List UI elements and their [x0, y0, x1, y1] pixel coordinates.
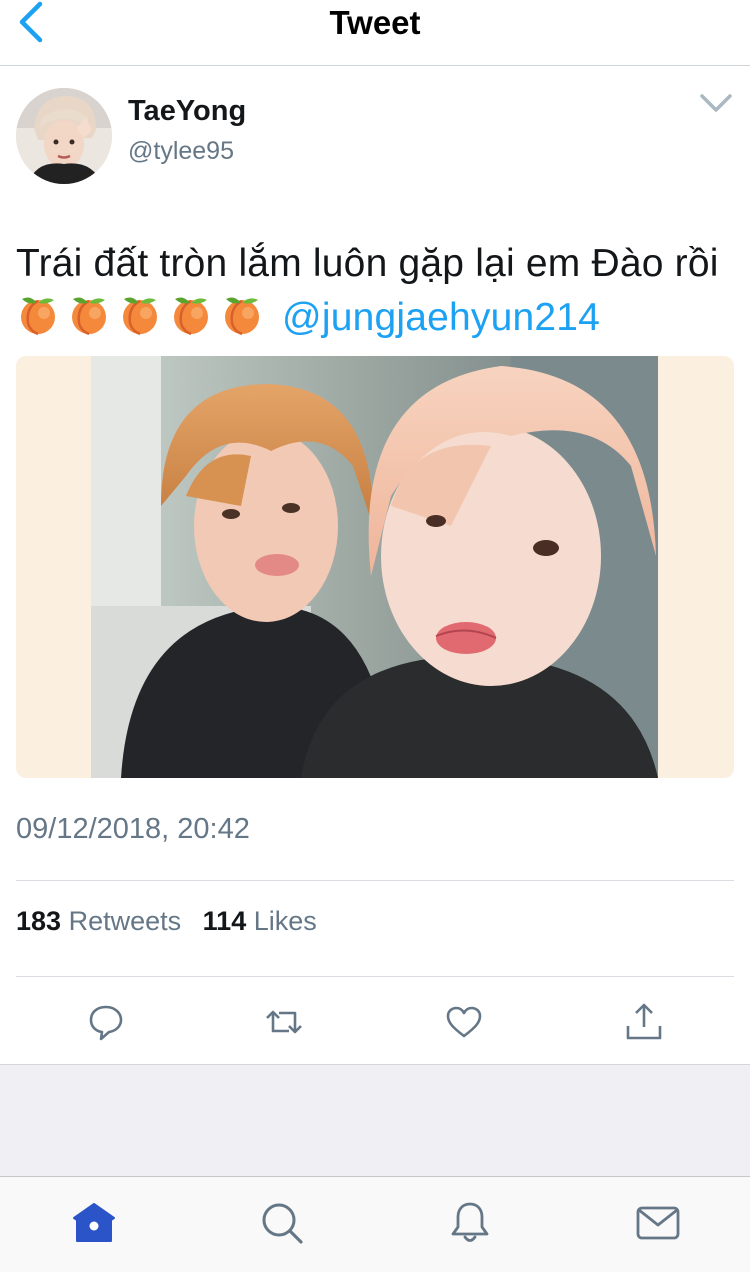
navigation-bar: Tweet: [0, 0, 750, 66]
home-icon: [73, 1203, 115, 1242]
author-display-name[interactable]: TaeYong: [128, 94, 246, 128]
retweets-count: 183: [16, 906, 62, 936]
tweet-menu-button[interactable]: [698, 90, 734, 118]
like-button[interactable]: [442, 1000, 486, 1044]
emoji-row: [16, 296, 282, 339]
tweet-text: Trái đất tròn lắm luôn gặp lại em Đào rồ…: [16, 237, 734, 345]
retweets-label: Retweets: [68, 906, 182, 936]
page-title: Tweet: [329, 4, 421, 41]
tweet-timestamp: 09/12/2018, 20:42: [16, 813, 250, 845]
search-icon: [262, 1203, 303, 1244]
retweet-button[interactable]: [262, 1000, 306, 1044]
like-icon: [446, 1006, 482, 1038]
tab-messages[interactable]: [634, 1199, 682, 1247]
tweet-body: Trái đất tròn lắm luôn gặp lại em Đào rồ…: [16, 242, 719, 285]
tweet-media[interactable]: [16, 356, 734, 778]
notifications-icon: [451, 1202, 489, 1242]
author-handle[interactable]: @tylee95: [128, 136, 234, 166]
avatar[interactable]: [16, 88, 112, 184]
peach-emoji: [72, 297, 106, 336]
tweet-photo: [91, 356, 658, 778]
chevron-down-icon: [700, 94, 732, 112]
peach-emoji: [123, 297, 157, 336]
likes-label: Likes: [253, 906, 317, 936]
empty-area: [0, 1064, 750, 1176]
share-icon: [626, 1003, 662, 1040]
reply-button[interactable]: [84, 1000, 128, 1044]
messages-icon: [636, 1206, 680, 1240]
divider: [16, 880, 734, 881]
likes-count: 114: [202, 906, 247, 936]
tab-bar: [0, 1176, 750, 1272]
share-button[interactable]: [622, 1000, 666, 1044]
peach-emoji: [225, 297, 259, 336]
tab-search[interactable]: [258, 1199, 306, 1247]
peach-emoji: [174, 297, 208, 336]
reply-icon: [89, 1005, 123, 1041]
likes-stat[interactable]: 114 Likes: [203, 905, 317, 937]
tweet-author: TaeYong @tylee95: [16, 88, 734, 188]
tab-notifications[interactable]: [446, 1199, 494, 1247]
mention-link[interactable]: @jungjaehyun214: [282, 296, 600, 339]
peach-emoji: [21, 297, 55, 336]
tab-home[interactable]: [70, 1199, 118, 1247]
tweet-stats: 183 Retweets 114 Likes: [16, 905, 331, 937]
retweets-stat[interactable]: 183 Retweets: [16, 905, 181, 937]
divider: [16, 976, 734, 977]
retweet-icon: [266, 1010, 302, 1034]
avatar-image: [16, 88, 112, 184]
